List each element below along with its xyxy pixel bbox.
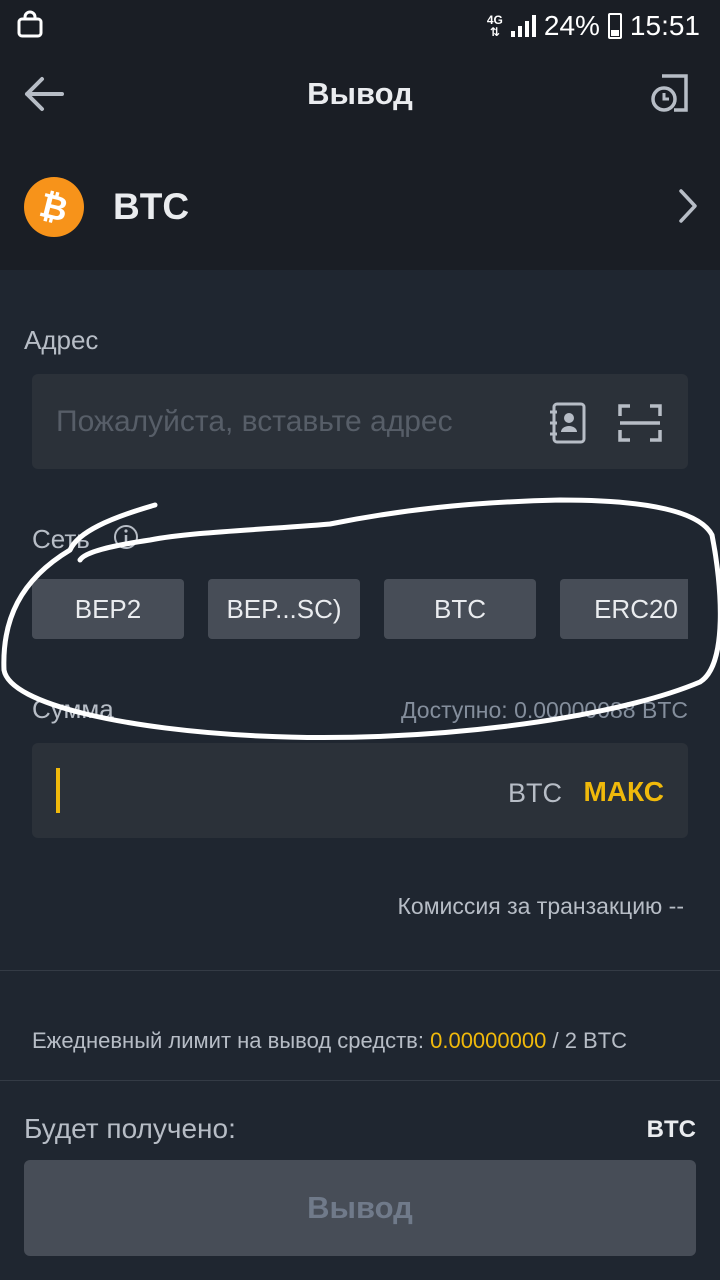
scan-qr-icon[interactable] [618, 404, 662, 442]
receive-label: Будет получено: [24, 1113, 236, 1144]
daily-limit: Ежедневный лимит на вывод средств: 0.000… [32, 1028, 627, 1054]
address-book-icon[interactable] [548, 402, 588, 444]
divider [0, 970, 720, 971]
daily-limit-prefix: Ежедневный лимит на вывод средств: [32, 1028, 424, 1053]
receive-unit: BTC [646, 1116, 696, 1143]
coin-selector[interactable]: ₿ BTC [0, 150, 720, 262]
network-option-btc[interactable]: BTC [384, 579, 536, 639]
network-option-erc20[interactable]: ERC20 [560, 579, 688, 639]
address-label: Адрес [24, 325, 99, 355]
history-icon[interactable] [650, 72, 690, 114]
battery-icon [607, 13, 622, 39]
svg-text:₿: ₿ [35, 185, 72, 231]
daily-limit-suffix: / 2 BTC [552, 1028, 628, 1053]
max-button[interactable]: МАКС [584, 776, 665, 808]
status-bar: 4G ⇅ 24% 15:51 [0, 0, 720, 52]
withdraw-button[interactable]: Вывод [24, 1160, 696, 1256]
text-caret [56, 768, 60, 813]
divider [0, 1080, 720, 1081]
amount-field[interactable]: BTC МАКС [32, 743, 688, 838]
signal-icon [510, 15, 536, 37]
address-input[interactable] [56, 374, 516, 469]
network-indicator: 4G ⇅ [486, 13, 503, 39]
coin-symbol: BTC [113, 186, 190, 227]
transaction-fee: Комиссия за транзакцию -- [397, 893, 684, 919]
address-field[interactable] [32, 374, 688, 469]
status-right: 4G ⇅ 24% 15:51 [487, 6, 700, 46]
bitcoin-logo-icon: ₿ [24, 177, 84, 237]
chevron-right-icon [679, 189, 697, 223]
network-option-bep20[interactable]: BEP...SC) [208, 579, 360, 639]
battery-percent: 24% [543, 10, 600, 41]
info-icon[interactable] [113, 524, 139, 550]
network-option-bep2[interactable]: BEP2 [32, 579, 184, 639]
network-label: Сеть [32, 524, 90, 554]
amount-label: Сумма [32, 694, 114, 724]
daily-limit-used: 0.00000000 [430, 1028, 547, 1053]
clock: 15:51 [629, 10, 700, 41]
shopping-bag-icon [17, 10, 43, 38]
network-options: BEP2 BEP...SC) BTC ERC20 [32, 579, 688, 639]
amount-unit: BTC [508, 778, 562, 808]
available-balance: Доступно: 0.00000088 BTC [400, 697, 688, 723]
page-title: Вывод [307, 76, 413, 111]
